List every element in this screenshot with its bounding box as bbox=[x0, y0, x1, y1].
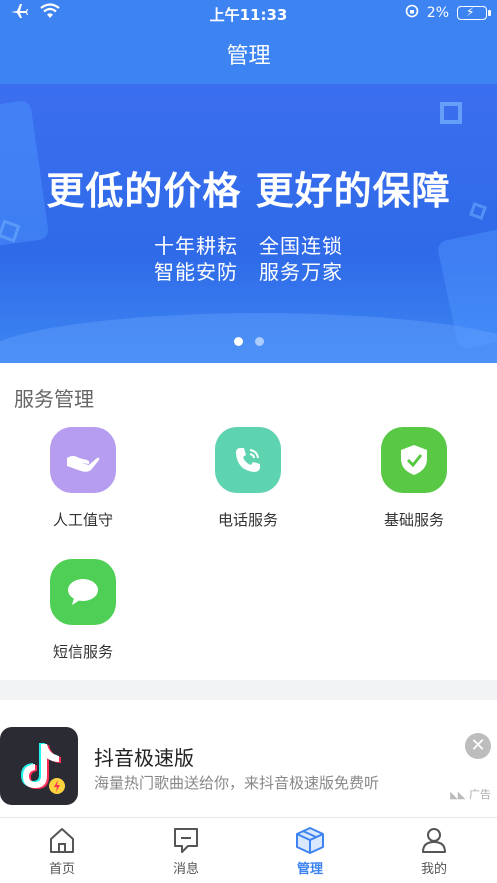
page-title: 管理 bbox=[226, 44, 271, 69]
tiktok-icon bbox=[0, 727, 78, 805]
service-basic[interactable]: 基础服务 bbox=[344, 427, 484, 530]
battery-charging-icon: ⚡ bbox=[457, 5, 491, 20]
banner-headline: 更低的价格 更好的保障 bbox=[46, 169, 451, 213]
service-label: 短信服务 bbox=[52, 643, 113, 661]
promo-banner[interactable]: 更低的价格 更好的保障 十年耕耘 全国连锁 智能安防 服务万家 bbox=[0, 84, 497, 363]
ad-tag: ◣◣ 广告 bbox=[450, 788, 491, 801]
user-icon bbox=[422, 828, 446, 853]
hand-icon bbox=[50, 427, 116, 493]
close-icon[interactable]: ✕ bbox=[465, 733, 491, 759]
banner-decoration bbox=[440, 102, 462, 124]
bottom-tab-bar: 首页 消息 管理 我的 bbox=[0, 817, 497, 883]
page-dot[interactable] bbox=[233, 337, 243, 346]
service-label: 电话服务 bbox=[217, 511, 278, 529]
tab-label: 消息 bbox=[172, 862, 199, 877]
service-sms[interactable]: 短信服务 bbox=[13, 559, 153, 662]
tab-label: 管理 bbox=[296, 862, 323, 877]
ad-logo-icon: ◣◣ bbox=[450, 790, 466, 801]
ad-app-name: 抖音极速版 bbox=[94, 746, 194, 770]
tab-profile[interactable]: 我的 bbox=[394, 826, 474, 877]
tab-messages[interactable]: 消息 bbox=[146, 826, 226, 877]
top-bar: 上午11:33 2% ⚡ 管理 bbox=[0, 0, 497, 84]
status-bar: 上午11:33 2% ⚡ bbox=[0, 0, 497, 28]
tab-label: 我的 bbox=[420, 862, 447, 877]
box-icon bbox=[296, 827, 324, 854]
message-icon bbox=[174, 828, 198, 853]
battery-percent: 2% bbox=[426, 5, 449, 21]
ad-banner[interactable]: 抖音极速版 海量热门歌曲送给你，来抖音极速版免费听 ✕ ◣◣ 广告 bbox=[0, 700, 497, 817]
service-manual-watch[interactable]: 人工值守 bbox=[13, 427, 153, 530]
service-label: 人工值守 bbox=[52, 511, 113, 529]
page-dot[interactable] bbox=[254, 337, 264, 346]
home-icon bbox=[50, 828, 74, 853]
tab-manage[interactable]: 管理 bbox=[270, 826, 350, 877]
tab-label: 首页 bbox=[48, 862, 75, 877]
service-label: 基础服务 bbox=[383, 511, 444, 529]
ad-description: 海量热门歌曲送给你，来抖音极速版免费听 bbox=[94, 774, 380, 792]
rotation-lock-icon bbox=[405, 4, 419, 22]
service-management-section: 服务管理 人工值守 电话服务 基础服务 短信服务 bbox=[0, 363, 497, 680]
tab-home[interactable]: 首页 bbox=[22, 826, 102, 877]
section-title: 服务管理 bbox=[14, 387, 94, 411]
message-bubble-icon bbox=[50, 559, 116, 625]
service-phone[interactable]: 电话服务 bbox=[178, 427, 318, 530]
page-indicator[interactable] bbox=[0, 337, 497, 346]
phone-icon bbox=[215, 427, 281, 493]
banner-subline: 智能安防 服务万家 bbox=[154, 260, 343, 284]
banner-subline: 十年耕耘 全国连锁 bbox=[154, 234, 343, 258]
shield-check-icon bbox=[381, 427, 447, 493]
